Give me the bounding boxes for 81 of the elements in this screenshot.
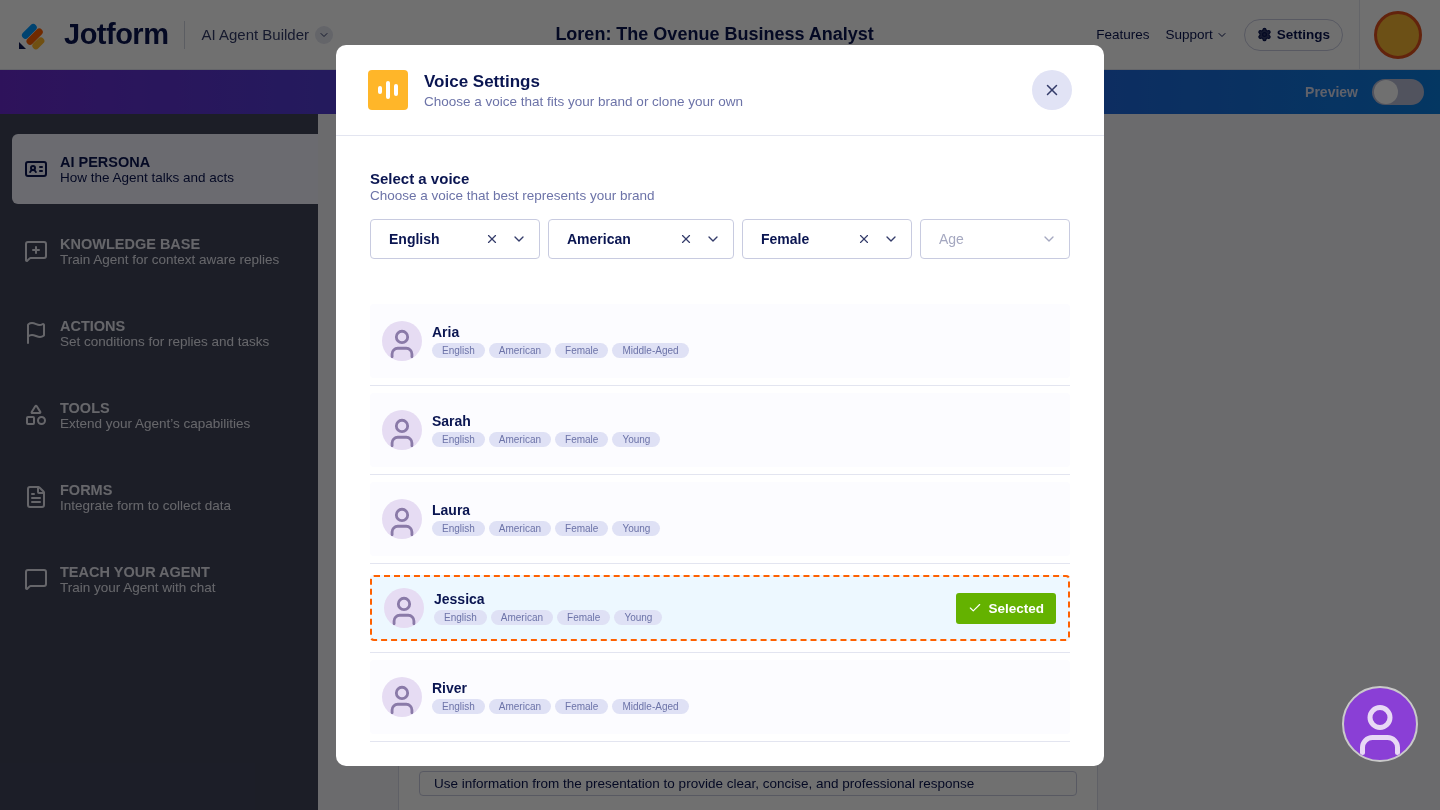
clear-icon[interactable] (485, 232, 499, 246)
voice-tag: English (432, 521, 485, 536)
agent-title: Loren: The Ovenue Business Analyst (554, 24, 875, 45)
voice-tag: English (432, 432, 485, 447)
avatar-placeholder (384, 588, 424, 628)
sidebar-item-subtitle: Set conditions for replies and tasks (60, 333, 270, 349)
sidebar-item-subtitle: Train your Agent with chat (60, 579, 216, 595)
voice-tag: English (434, 610, 487, 625)
filter-dropdown[interactable]: Age (920, 219, 1070, 259)
shapes-icon (24, 403, 48, 427)
filter-dropdown[interactable]: American (548, 219, 734, 259)
sidebar-item[interactable]: FORMS Integrate form to collect data (12, 462, 318, 532)
sidebar-item-subtitle: Train Agent for context aware replies (60, 251, 280, 267)
sidebar-item-subtitle: Integrate form to collect data (60, 497, 232, 513)
voice-name: Sarah (432, 413, 472, 429)
preview-label: Preview (1305, 84, 1358, 100)
clear-icon[interactable] (679, 232, 693, 246)
voice-name: Aria (432, 324, 461, 340)
preview-toggle[interactable] (1372, 79, 1424, 105)
chat-icon (24, 567, 48, 591)
settings-button[interactable]: Settings (1243, 18, 1343, 51)
voice-tag: American (488, 699, 552, 714)
voice-name: Laura (432, 502, 472, 518)
document-icon (24, 485, 48, 509)
voice-tag: American (488, 343, 552, 358)
voice-tag: Middle-Aged (612, 699, 689, 714)
avatar-placeholder (382, 677, 422, 717)
flag-icon (24, 321, 48, 345)
nav-link[interactable]: Features (1096, 27, 1150, 42)
voice-tag: American (488, 521, 552, 536)
sidebar-item[interactable]: ACTIONS Set conditions for replies and tasks (12, 298, 318, 368)
sidebar-item[interactable]: AI PERSONA How the Agent talks and acts (12, 134, 318, 204)
section-title: Select a voice (370, 170, 471, 187)
voice-tag: Female (555, 521, 609, 536)
voice-tag: American (488, 432, 552, 447)
filter-dropdown[interactable]: Female (742, 219, 912, 259)
voice-tag: Young (612, 432, 661, 447)
voice-tag: Young (612, 521, 661, 536)
nav-link[interactable]: Support (1165, 27, 1228, 42)
sidebar-item[interactable]: TOOLS Extend your Agent’s capabilities (12, 380, 318, 450)
sidebar-item-subtitle: Extend your Agent’s capabilities (60, 415, 251, 431)
chevron-down-icon (315, 25, 334, 44)
rule-row: Use information from the presentation to provide clear, concise, and professional response (419, 771, 1077, 796)
voice-tag: Female (555, 343, 609, 358)
voice-tag: Female (555, 699, 609, 714)
voice-tag: Female (555, 432, 609, 447)
brand-name: Jotform (64, 18, 169, 51)
voice-tag: Young (614, 610, 663, 625)
voice-option[interactable]: Jessica English American Female Young Selected (370, 575, 1070, 641)
avatar[interactable] (1374, 10, 1422, 59)
voice-bars-icon (368, 70, 408, 110)
sidebar-item-title: ACTIONS (60, 317, 127, 334)
avatar-placeholder (382, 321, 422, 361)
avatar-placeholder (382, 410, 422, 450)
chat-plus-icon (24, 239, 48, 263)
voice-tag: Female (557, 610, 611, 625)
section-subtitle: Choose a voice that best represents your brand (370, 188, 656, 203)
settings-icon (1256, 27, 1272, 42)
sidebar-item-title: TEACH YOUR AGENT (60, 563, 211, 580)
product-menu[interactable]: AI Agent Builder (201, 25, 334, 44)
voice-name: River (432, 680, 469, 696)
sidebar-item-title: FORMS (60, 481, 114, 498)
sidebar-item-title: KNOWLEDGE BASE (60, 235, 202, 252)
check-icon (968, 601, 983, 615)
voice-tag: English (432, 699, 485, 714)
voice-tag: American (490, 610, 554, 625)
clear-icon[interactable] (857, 232, 871, 246)
sidebar-item[interactable]: KNOWLEDGE BASE Train Agent for context aware replies (12, 216, 318, 286)
sidebar-item-title: TOOLS (60, 399, 111, 416)
dialog-title: Voice Settings (424, 71, 541, 92)
voice-tag: Middle-Aged (612, 343, 689, 358)
close-button[interactable] (1032, 70, 1072, 110)
sidebar-item-subtitle: How the Agent talks and acts (60, 169, 235, 185)
avatar-placeholder (382, 499, 422, 539)
dialog-subtitle: Choose a voice that fits your brand or clone your own (424, 93, 744, 109)
filter-dropdown[interactable]: English (370, 219, 540, 259)
sidebar-item-title: AI PERSONA (60, 153, 152, 170)
voice-tag: English (432, 343, 485, 358)
voice-name: Jessica (434, 591, 486, 607)
sidebar-item[interactable]: TEACH YOUR AGENT Train your Agent with chat (12, 544, 318, 614)
selected-button[interactable]: Selected (956, 592, 1056, 624)
